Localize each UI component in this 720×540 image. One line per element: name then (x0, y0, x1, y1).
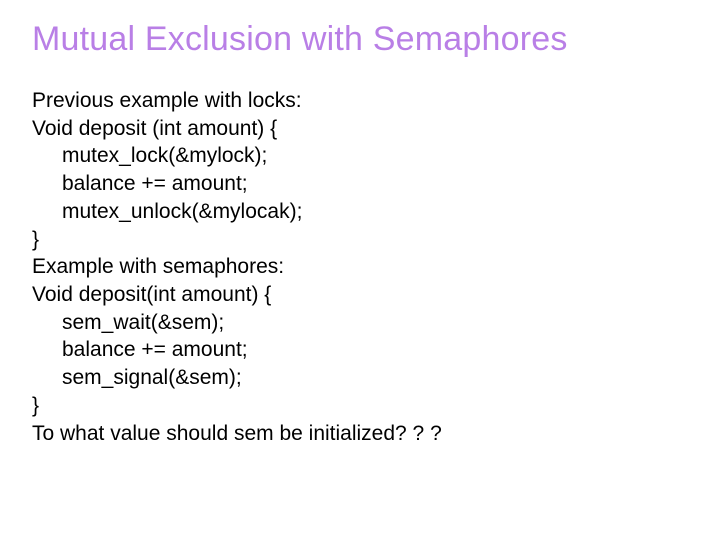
slide-body: Previous example with locks: Void deposi… (32, 87, 688, 447)
body-line: sem_wait(&sem); (32, 309, 688, 337)
body-line: } (32, 392, 688, 420)
body-line: mutex_unlock(&mylocak); (32, 198, 688, 226)
body-line: sem_signal(&sem); (32, 364, 688, 392)
body-line: } (32, 226, 688, 254)
slide-title: Mutual Exclusion with Semaphores (32, 20, 688, 59)
slide: Mutual Exclusion with Semaphores Previou… (0, 0, 720, 540)
body-line: To what value should sem be initialized?… (32, 420, 688, 448)
body-line: Void deposit(int amount) { (32, 281, 688, 309)
body-line: balance += amount; (32, 336, 688, 364)
body-line: Example with semaphores: (32, 253, 688, 281)
body-line: mutex_lock(&mylock); (32, 142, 688, 170)
body-line: Void deposit (int amount) { (32, 115, 688, 143)
body-line: Previous example with locks: (32, 87, 688, 115)
body-line: balance += amount; (32, 170, 688, 198)
